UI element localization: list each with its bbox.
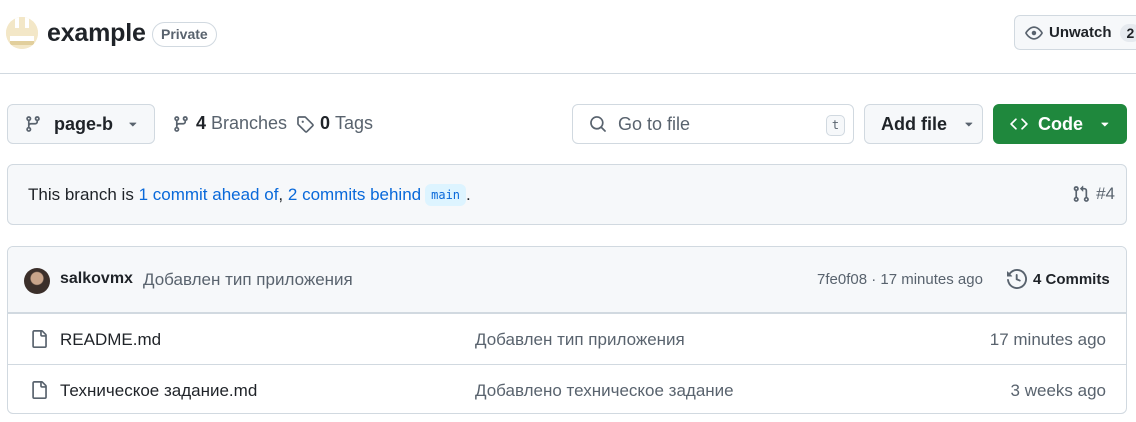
branches-link[interactable]: 4 Branches bbox=[172, 113, 287, 134]
file-commit-message[interactable]: Добавлен тип приложения bbox=[475, 330, 685, 350]
visibility-badge: Private bbox=[152, 22, 217, 47]
pull-request-number: #4 bbox=[1096, 184, 1115, 203]
latest-commit-row: salkovmx Добавлен тип приложения 7fe0f08… bbox=[8, 247, 1126, 313]
eye-icon bbox=[1025, 24, 1043, 42]
file-name[interactable]: Техническое задание.md bbox=[60, 381, 257, 401]
chevron-down-icon bbox=[1099, 118, 1111, 130]
search-placeholder: Go to file bbox=[618, 113, 691, 134]
file-icon bbox=[30, 380, 48, 400]
repo-header: example Private Unwatch 2 bbox=[0, 0, 1136, 74]
file-name[interactable]: README.md bbox=[60, 330, 161, 350]
compare-separator: , bbox=[278, 185, 284, 204]
commit-author[interactable]: salkovmx bbox=[60, 270, 133, 288]
code-label: Code bbox=[1038, 113, 1083, 134]
commit-message[interactable]: Добавлен тип приложения bbox=[143, 270, 353, 290]
tags-label: Tags bbox=[335, 113, 374, 133]
watch-count: 2 bbox=[1119, 23, 1136, 42]
branch-compare-banner: This branch is 1 commit ahead of, 2 comm… bbox=[7, 164, 1127, 225]
file-icon bbox=[30, 329, 48, 349]
branch-compare-text: This branch is 1 commit ahead of, 2 comm… bbox=[28, 184, 471, 206]
git-branch-icon bbox=[172, 115, 190, 133]
chevron-down-icon bbox=[127, 118, 139, 130]
base-branch-label[interactable]: main bbox=[425, 184, 467, 206]
commit-meta[interactable]: 7fe0f08 · 17 minutes ago bbox=[817, 271, 983, 288]
commits-history-link[interactable]: 4 Commits bbox=[1001, 269, 1110, 289]
unwatch-button[interactable]: Unwatch 2 bbox=[1014, 15, 1136, 50]
ahead-link[interactable]: 1 commit ahead of bbox=[139, 185, 279, 205]
code-icon bbox=[1010, 115, 1028, 133]
search-shortcut-key: t bbox=[826, 115, 845, 136]
file-date: 17 minutes ago bbox=[989, 330, 1106, 349]
history-icon bbox=[1007, 269, 1027, 289]
file-date: 3 weeks ago bbox=[1010, 381, 1106, 400]
file-table: salkovmx Добавлен тип приложения 7fe0f08… bbox=[7, 246, 1127, 414]
file-row[interactable]: README.md Добавлен тип приложения 17 min… bbox=[8, 313, 1126, 364]
tags-count: 0 bbox=[320, 113, 331, 133]
compare-suffix: . bbox=[466, 185, 471, 204]
tag-icon bbox=[296, 115, 314, 133]
go-to-file-input[interactable]: Go to file t bbox=[572, 104, 854, 144]
commits-count-label: 4 Commits bbox=[1033, 270, 1110, 288]
branches-count: 4 bbox=[196, 113, 207, 133]
add-file-label: Add file bbox=[881, 113, 947, 134]
branches-label: Branches bbox=[211, 113, 288, 133]
chevron-down-icon bbox=[963, 118, 975, 130]
repo-avatar-icon[interactable] bbox=[6, 17, 38, 49]
tags-link[interactable]: 0 Tags bbox=[296, 113, 373, 134]
code-button[interactable]: Code bbox=[993, 104, 1127, 144]
git-branch-icon bbox=[24, 115, 42, 133]
unwatch-label: Unwatch bbox=[1049, 24, 1112, 41]
behind-link[interactable]: 2 commits behind bbox=[288, 185, 421, 205]
compare-prefix: This branch is bbox=[28, 185, 134, 204]
pull-request-link[interactable]: #4 bbox=[1066, 184, 1115, 204]
branch-name: page-b bbox=[54, 113, 114, 134]
file-row[interactable]: Техническое задание.md Добавлено техниче… bbox=[8, 364, 1126, 413]
add-file-button[interactable]: Add file bbox=[864, 104, 983, 144]
pull-request-icon bbox=[1072, 185, 1090, 203]
avatar[interactable] bbox=[24, 268, 50, 294]
branch-select-button[interactable]: page-b bbox=[7, 104, 155, 144]
search-icon bbox=[589, 115, 607, 133]
repo-name[interactable]: example bbox=[47, 19, 146, 48]
file-commit-message[interactable]: Добавлено техническое задание bbox=[475, 381, 734, 401]
